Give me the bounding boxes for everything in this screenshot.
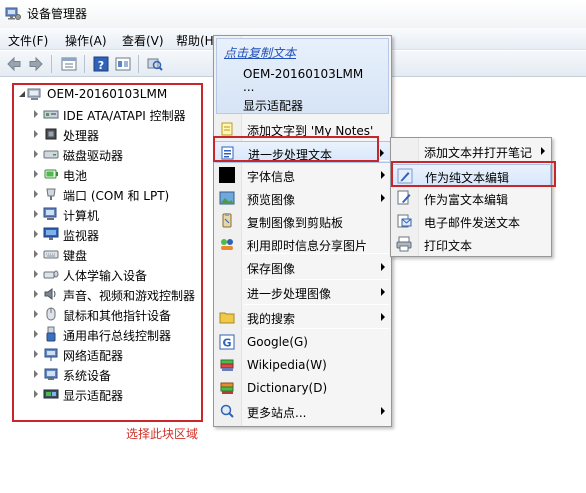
menu-separator (244, 328, 389, 329)
device-manager-window: 设备管理器 文件(F) 操作(A) 查看(V) 帮助(H) ? OEM-2016… (0, 0, 586, 493)
wikipedia-icon (219, 357, 235, 373)
window-title: 设备管理器 (27, 7, 88, 21)
note-icon (219, 121, 235, 137)
add-note-icon (396, 143, 412, 159)
edit-rich-icon (396, 190, 412, 206)
context-menu-item[interactable]: G Google(G) (214, 331, 391, 353)
submenu-arrow-icon (380, 149, 384, 157)
submenu-item-highlight-box (391, 161, 556, 187)
selection-caption: 选择此块区域 (126, 427, 199, 441)
folder-search-icon (219, 309, 235, 325)
context-menu-item[interactable]: 复制图像到剪贴板 (214, 210, 391, 232)
context-menu-item-label: 复制图像到剪贴板 (247, 216, 344, 230)
submenu-arrow-icon (381, 171, 385, 179)
copied-text-header[interactable]: 点击复制文本 OEM-20160103LMM ... 显示适配器 (216, 38, 389, 114)
context-menu-item-label: 我的搜索 (247, 312, 296, 326)
context-menu-item[interactable]: 利用即时信息分享图片 (214, 233, 391, 255)
text-process-submenu: 添加文本并打开笔记 作为纯文本编辑 作为富文本编辑 电子邮件发送文本 打印文本 (390, 137, 552, 257)
view-details-icon[interactable] (114, 55, 132, 73)
context-menu-item[interactable]: 字体信息 (214, 164, 391, 186)
share-image-icon (219, 236, 235, 252)
toolbar-separator (138, 55, 139, 73)
context-menu-item-label: 保存图像 (247, 262, 296, 276)
submenu-arrow-icon (541, 147, 545, 155)
image-preview-icon (219, 190, 235, 206)
submenu-item[interactable]: 电子邮件发送文本 (391, 210, 551, 232)
scan-hardware-icon[interactable] (146, 55, 164, 73)
google-icon: G (219, 334, 235, 350)
context-menu-item-label: 预览图像 (247, 193, 296, 207)
header-line: ... (243, 80, 255, 94)
toolbar-separator (51, 55, 52, 73)
submenu-arrow-icon (381, 194, 385, 202)
context-menu-item[interactable]: 更多站点... (214, 400, 391, 422)
submenu-item[interactable]: 打印文本 (391, 233, 551, 255)
context-menu-item-label: Dictionary(D) (247, 381, 328, 395)
submenu-item-label: 添加文本并打开笔记 (424, 146, 533, 160)
menu-view[interactable]: 查看(V) (122, 32, 164, 49)
context-menu-item-label: Wikipedia(W) (247, 358, 327, 372)
menu-file[interactable]: 文件(F) (8, 32, 48, 49)
context-menu-item-label: Google(G) (247, 335, 308, 349)
help-icon[interactable]: ? (92, 55, 110, 73)
submenu-arrow-icon (381, 407, 385, 415)
submenu-item[interactable]: 添加文本并打开笔记 (391, 140, 551, 162)
context-menu-item-label: 进一步处理图像 (247, 287, 332, 301)
more-sites-icon (219, 403, 235, 419)
context-menu-item-label: 字体信息 (247, 170, 296, 184)
properties-icon[interactable] (60, 55, 78, 73)
selection-highlight-box (12, 83, 203, 422)
submenu-arrow-icon (381, 263, 385, 271)
menu-separator (244, 253, 389, 254)
menu-separator (244, 279, 389, 280)
submenu-item-label: 电子邮件发送文本 (424, 216, 521, 230)
submenu-item[interactable]: 作为富文本编辑 (391, 187, 551, 209)
header-line: OEM-20160103LMM (243, 67, 364, 81)
copy-image-icon (219, 213, 235, 229)
submenu-arrow-icon (381, 288, 385, 296)
context-menu-item[interactable]: 我的搜索 (214, 306, 391, 328)
email-icon (396, 213, 412, 229)
font-info-icon (219, 167, 235, 183)
context-menu-item-label: 更多站点... (247, 406, 307, 420)
context-menu-item-label: 利用即时信息分享图片 (247, 239, 368, 253)
device-manager-app-icon (5, 7, 21, 20)
context-menu: 点击复制文本 OEM-20160103LMM ... 显示适配器 添加文字到 '… (213, 35, 392, 427)
back-arrow-icon[interactable] (5, 55, 23, 73)
save-image-icon (219, 259, 235, 275)
image-process-icon (219, 284, 235, 300)
context-menu-item[interactable]: 进一步处理图像 (214, 281, 391, 303)
submenu-item-label: 作为富文本编辑 (424, 193, 509, 207)
print-icon (396, 236, 412, 252)
svg-text:?: ? (98, 59, 104, 72)
submenu-item-label: 打印文本 (424, 239, 473, 253)
toolbar-separator (84, 55, 85, 73)
context-menu-item[interactable]: 保存图像 (214, 256, 391, 278)
click-copy-text-link[interactable]: 点击复制文本 (224, 44, 296, 61)
dictionary-icon (219, 380, 235, 396)
svg-text:G: G (222, 337, 231, 350)
forward-arrow-icon[interactable] (27, 55, 45, 73)
context-menu-item[interactable]: 预览图像 (214, 187, 391, 209)
submenu-arrow-icon (381, 313, 385, 321)
menu-item-highlight-box (213, 136, 379, 162)
context-menu-item[interactable]: Dictionary(D) (214, 377, 391, 399)
header-line: 显示适配器 (243, 99, 304, 113)
menu-separator (244, 304, 389, 305)
menu-action[interactable]: 操作(A) (65, 32, 107, 49)
context-menu-item[interactable]: Wikipedia(W) (214, 354, 391, 376)
title-bar: 设备管理器 (0, 0, 586, 28)
